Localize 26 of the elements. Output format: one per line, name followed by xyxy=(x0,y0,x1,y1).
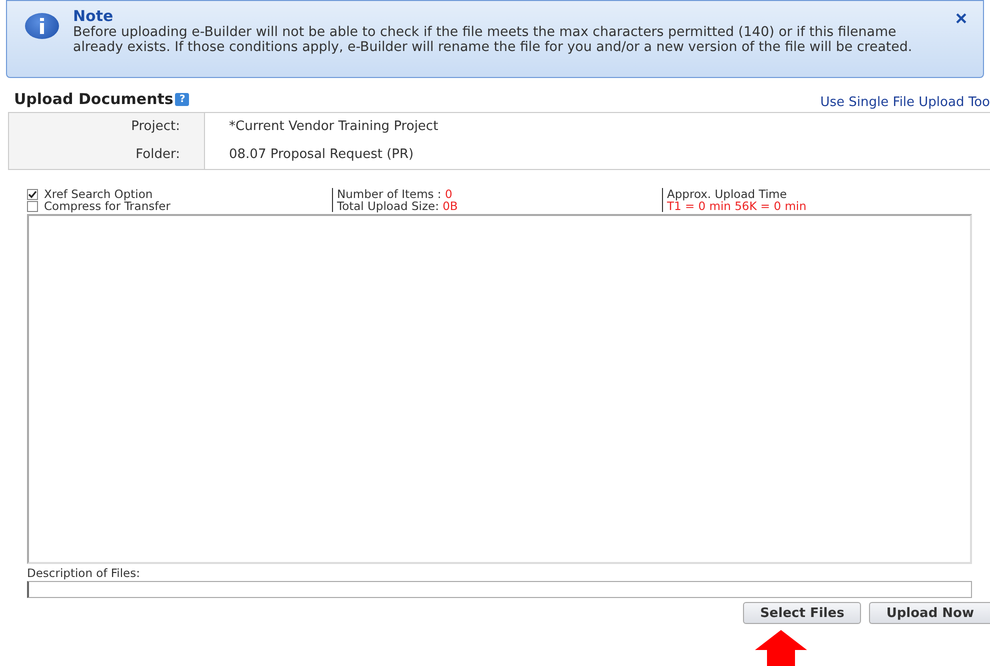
field-value: 08.07 Proposal Request (PR) xyxy=(228,146,415,164)
checkbox[interactable] xyxy=(27,200,38,212)
help-icon[interactable]: ? xyxy=(175,92,190,106)
checkbox-label: Compress for Transfer xyxy=(44,199,170,213)
description-label: Description of Files: xyxy=(27,566,142,580)
stat-value: T1 = 0 min 56K = 0 min xyxy=(667,200,806,212)
stat-label: Total Upload Size: xyxy=(337,199,439,213)
field-value: *Current Vendor Training Project xyxy=(228,118,440,136)
close-button[interactable]: × xyxy=(955,9,967,29)
page-title: Upload Documents xyxy=(14,90,174,108)
field-label: Project: xyxy=(9,113,205,141)
action-button[interactable]: Upload Now xyxy=(869,602,990,624)
note-text: Before uploading e-Builder will not be able to check if the file meets the max characters permitted (140) or if this filename already exists. If those conditions apply, e-Builder will rename the file for you and/or a new version of the file will be created. xyxy=(73,25,914,55)
checkbox-label: Xref Search Option xyxy=(44,187,153,201)
stat-value: 0 xyxy=(444,187,452,201)
action-button[interactable]: Select Files xyxy=(743,602,862,624)
stat-label: Number of Items : xyxy=(337,187,442,201)
checkbox[interactable] xyxy=(27,188,38,200)
stat-label: Approx. Upload Time xyxy=(667,188,788,200)
stat-value: 0B xyxy=(442,199,458,213)
info-icon xyxy=(25,13,59,39)
field-label: Folder: xyxy=(9,141,205,169)
note-title: Note xyxy=(73,7,114,25)
description-field[interactable] xyxy=(27,581,972,598)
single-upload-link[interactable]: Use Single File Upload Too xyxy=(820,94,990,110)
arrow-drawing xyxy=(755,630,807,666)
